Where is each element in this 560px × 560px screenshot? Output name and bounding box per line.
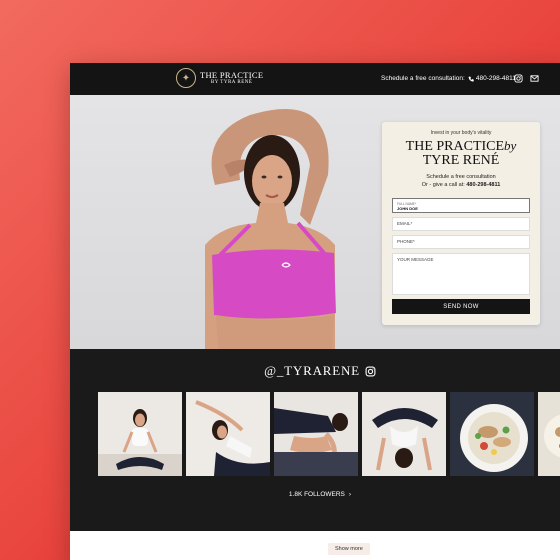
instagram-post-food-partial[interactable] — [538, 392, 560, 476]
mail-icon[interactable] — [530, 74, 539, 83]
phone-icon — [468, 76, 474, 82]
site-header: ✦ THE PRACTICE BY TYRA RENÉ Schedule a f… — [70, 63, 560, 95]
phone-link[interactable]: 480-298-4811 — [468, 75, 516, 82]
call-prefix: Or - give a call at: — [421, 182, 465, 188]
instagram-icon[interactable] — [514, 74, 523, 83]
consultation-form: Invest in your body's vitality THE PRACT… — [382, 122, 540, 325]
form-subtitle-text: Schedule a free consultation — [426, 174, 496, 180]
show-more-button[interactable]: Show more — [328, 543, 370, 555]
fullname-field[interactable]: FULL NAME* JOHN DOE — [392, 198, 530, 213]
instagram-section: @_TYRARENE 1.8K FOLLOWERS › — [70, 349, 560, 531]
chevron-right-icon: › — [348, 491, 352, 498]
browser-frame: ✦ THE PRACTICE BY TYRA RENÉ Schedule a f… — [70, 63, 560, 560]
instagram-post-yoga-seated[interactable] — [98, 392, 182, 476]
send-now-button[interactable]: SEND NOW — [392, 299, 530, 314]
call-number[interactable]: 480-298-4811 — [466, 182, 500, 188]
instagram-handle[interactable]: @_TYRARENE — [70, 363, 560, 379]
form-title-line2: TYRE RENÉ — [422, 153, 500, 168]
instagram-post-salad-bowl[interactable] — [450, 392, 534, 476]
followers-link[interactable]: 1.8K FOLLOWERS › — [70, 491, 560, 498]
brand-logo[interactable]: ✦ THE PRACTICE BY TYRA RENÉ — [176, 68, 263, 88]
schedule-text: Schedule a free consultation: — [381, 75, 465, 82]
form-title: THE PRACTICEby TYRE RENÉ — [392, 139, 530, 168]
form-subtitle: Schedule a free consultation Or - give a… — [392, 173, 530, 189]
instagram-post-yoga-floor-pose[interactable] — [274, 392, 358, 476]
instagram-icon — [365, 366, 376, 376]
form-title-by: by — [504, 138, 517, 153]
logo-emblem-icon: ✦ — [176, 68, 196, 88]
header-phone: 480-298-4811 — [475, 75, 516, 82]
schedule-cta: Schedule a free consultation: 480-298-48… — [381, 75, 516, 82]
instagram-post-yoga-side-stretch[interactable] — [186, 392, 270, 476]
email-field[interactable]: EMAIL* — [392, 217, 530, 231]
followers-count: 1.8K FOLLOWERS — [288, 491, 345, 498]
brand-sub: BY TYRA RENÉ — [210, 80, 253, 86]
fullname-value: JOHN DOE — [397, 206, 418, 211]
page-footer: Show more — [70, 531, 560, 560]
instagram-feed — [98, 392, 560, 476]
handle-text: @_TYRARENE — [264, 363, 360, 378]
form-tagline: Invest in your body's vitality — [430, 130, 492, 136]
hero-model-image — [205, 109, 336, 349]
instagram-post-yoga-backbend[interactable] — [362, 392, 446, 476]
brand-main: THE PRACTICE — [200, 69, 264, 80]
hero-section: Invest in your body's vitality THE PRACT… — [70, 95, 560, 349]
phone-field[interactable]: PHONE* — [392, 235, 530, 249]
form-title-line1: THE PRACTICE — [405, 139, 505, 154]
message-field[interactable]: YOUR MESSAGE — [392, 253, 530, 295]
